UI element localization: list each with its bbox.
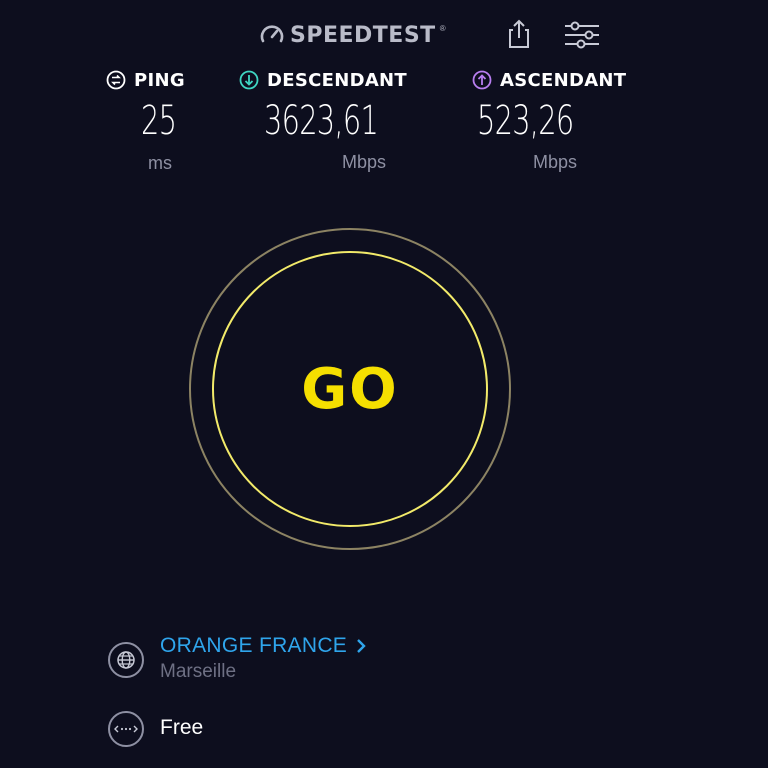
speedtest-screen: SPEEDTEST ® PING 25 ms DESCENDANT 3623,6… (0, 0, 768, 768)
upload-unit: Mbps (533, 152, 578, 172)
logo-text: SPEEDTEST (290, 22, 436, 48)
ping-metric: PING 25 ms (106, 66, 185, 173)
upload-label: ASCENDANT (500, 69, 627, 91)
speedometer-icon (260, 25, 284, 43)
upload-header: ASCENDANT (472, 66, 626, 94)
upload-value: 523,26 (477, 98, 574, 144)
provider-name: ORANGE FRANCE (160, 634, 348, 657)
globe-icon (117, 651, 135, 669)
settings-button[interactable] (563, 20, 601, 50)
connection-name[interactable]: Free (160, 716, 203, 740)
sliders-icon (565, 21, 599, 49)
download-metric: DESCENDANT 3623,61 Mbps (239, 66, 407, 172)
connection-icon-wrapper (108, 711, 144, 747)
share-button[interactable] (505, 18, 533, 50)
ping-icon (106, 70, 126, 90)
ping-label: PING (134, 69, 185, 91)
download-arrow-icon (239, 70, 259, 90)
go-label: GO (301, 356, 399, 422)
upload-metric: ASCENDANT 523,26 Mbps (472, 66, 626, 172)
share-icon (509, 19, 529, 48)
speedtest-logo: SPEEDTEST ® (258, 20, 446, 50)
download-label: DESCENDANT (267, 69, 407, 91)
connection-dots-icon (114, 725, 138, 733)
chevron-right-icon (357, 639, 366, 653)
go-button[interactable]: GO (212, 251, 488, 527)
go-button-wrapper: GO (189, 228, 511, 550)
provider-icon-wrapper (108, 642, 144, 678)
upload-arrow-icon (472, 70, 492, 90)
download-unit: Mbps (342, 152, 387, 172)
provider-link[interactable]: ORANGE FRANCE (160, 634, 367, 658)
ping-unit: ms (148, 153, 172, 173)
ping-value: 25 (141, 98, 177, 144)
download-header: DESCENDANT (239, 66, 407, 94)
ping-header: PING (106, 66, 185, 94)
download-value: 3623,61 (264, 98, 379, 144)
provider-location: Marseille (160, 661, 237, 682)
logo-trademark: ® (439, 24, 446, 33)
